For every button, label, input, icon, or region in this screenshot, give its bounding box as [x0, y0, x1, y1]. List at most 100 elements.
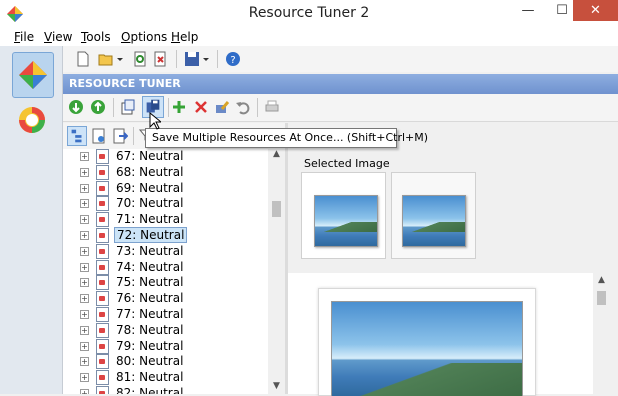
close-file-icon[interactable]	[152, 51, 168, 67]
resource-file-icon	[96, 322, 109, 338]
resource-file-icon	[96, 307, 109, 322]
tree-item-label: 74: Neutral	[116, 259, 184, 274]
resource-tuner-button[interactable]	[12, 52, 54, 98]
svg-text:?: ?	[230, 55, 235, 66]
menu-bar: File View Tools Options Help	[0, 28, 618, 46]
resource-tuner-banner: RESOURCE TUNER	[63, 74, 618, 94]
lifebuoy-icon	[19, 107, 45, 133]
export-icon[interactable]	[112, 128, 128, 144]
add-icon[interactable]	[171, 99, 187, 115]
resource-file-icon	[96, 180, 109, 196]
expand-icon[interactable]: +	[80, 373, 89, 383]
resource-file-icon	[96, 275, 109, 291]
resource-toolbar	[63, 94, 618, 122]
menu-options[interactable]: Options	[121, 30, 167, 44]
toolbar-separator	[217, 50, 218, 68]
delete-icon[interactable]	[193, 99, 209, 115]
scroll-up-arrow-icon[interactable]: ▲	[593, 275, 610, 285]
resource-file-icon	[96, 228, 109, 243]
toolbar-separator	[168, 98, 169, 117]
resource-file-icon	[96, 149, 109, 164]
image-thumbnail-1[interactable]	[301, 172, 386, 259]
scroll-down-arrow-icon[interactable]: ▼	[268, 381, 285, 391]
dropdown-icon[interactable]	[202, 51, 210, 67]
scroll-thumb[interactable]	[597, 291, 606, 305]
expand-icon[interactable]: +	[80, 294, 89, 304]
resource-file-icon	[96, 164, 109, 180]
expand-icon[interactable]: +	[80, 262, 89, 272]
expand-icon[interactable]: +	[80, 215, 89, 225]
toolbar-separator	[176, 50, 177, 68]
resource-file-icon	[96, 196, 109, 212]
tree-item-label: 80: Neutral	[116, 354, 184, 369]
resource-file-icon	[96, 370, 109, 386]
new-icon[interactable]	[75, 51, 91, 67]
expand-icon[interactable]: +	[80, 278, 89, 288]
dropdown-icon[interactable]	[116, 51, 124, 67]
resource-file-icon	[96, 243, 109, 259]
tree-item-label: 78: Neutral	[116, 322, 184, 337]
save-resource-icon[interactable]	[120, 99, 136, 115]
menu-help[interactable]: Help	[171, 30, 198, 44]
expand-icon[interactable]: +	[80, 246, 89, 256]
toolbar-separator	[113, 98, 114, 117]
resource-file-icon	[96, 212, 109, 228]
scroll-thumb[interactable]	[272, 201, 281, 217]
close-button[interactable]: ✕	[573, 0, 618, 21]
expand-icon[interactable]: +	[80, 325, 89, 335]
properties-icon[interactable]	[91, 128, 107, 144]
go-forward-icon[interactable]	[90, 99, 106, 115]
save-icon[interactable]	[184, 51, 200, 67]
menu-view[interactable]: View	[44, 30, 72, 44]
tree-scrollbar[interactable]: ▲ ▼	[268, 149, 285, 394]
resource-tools-button[interactable]	[12, 98, 52, 142]
tree-item-label: 68: Neutral	[116, 164, 184, 179]
selected-image-label: Selected Image	[304, 157, 390, 170]
resource-file-icon	[96, 386, 109, 394]
print-icon[interactable]	[264, 99, 280, 115]
menu-tools[interactable]: Tools	[81, 30, 111, 44]
expand-icon[interactable]: +	[80, 167, 89, 177]
mouse-cursor-icon	[149, 112, 161, 130]
resource-tuner-icon	[19, 61, 47, 89]
tree-view-icon[interactable]	[67, 126, 87, 146]
resource-file-icon	[96, 291, 109, 307]
expand-icon[interactable]: +	[80, 389, 89, 394]
expand-icon[interactable]: +	[80, 199, 89, 209]
left-sidebar	[0, 46, 63, 394]
edit-icon[interactable]	[214, 99, 230, 115]
resource-tree[interactable]: +67: Neutral +68: Neutral +69: Neutral +70:…	[63, 149, 268, 394]
tree-item-label: 79: Neutral	[116, 338, 184, 353]
resource-file-icon	[96, 338, 109, 354]
expand-icon[interactable]: +	[80, 231, 89, 240]
toolbar-separator	[133, 127, 134, 145]
scroll-up-arrow-icon[interactable]: ▲	[268, 149, 285, 159]
resource-file-icon	[96, 354, 109, 370]
image-thumbnail-2[interactable]	[391, 172, 476, 259]
tree-item-label: 69: Neutral	[116, 180, 184, 195]
expand-icon[interactable]: +	[80, 183, 89, 193]
open-icon[interactable]	[98, 51, 114, 67]
banner-title: RESOURCE TUNER	[69, 77, 181, 90]
expand-icon[interactable]: +	[80, 341, 89, 351]
expand-icon[interactable]: +	[80, 152, 89, 161]
minimize-button[interactable]: —	[511, 0, 545, 22]
tree-item-label: 81: Neutral	[116, 370, 184, 385]
title-bar: Resource Tuner 2 — ☐ ✕	[0, 0, 618, 28]
tree-item-label: 76: Neutral	[116, 291, 184, 306]
expand-icon[interactable]: +	[80, 357, 89, 367]
menu-file[interactable]: File	[14, 30, 34, 44]
tree-item-label: 67: Neutral	[116, 149, 184, 163]
go-back-icon[interactable]	[68, 99, 84, 115]
landscape-thumbnail-image	[402, 195, 466, 247]
tree-item-label: 72: Neutral	[114, 227, 188, 243]
tooltip: Save Multiple Resources At Once... (Shif…	[145, 128, 428, 148]
undo-icon[interactable]	[235, 99, 251, 115]
toolbar-separator	[257, 98, 258, 117]
main-toolbar: ?	[63, 46, 618, 72]
expand-icon[interactable]: +	[80, 310, 89, 319]
refresh-icon[interactable]	[132, 51, 148, 67]
preview-scrollbar[interactable]: ▲	[593, 273, 618, 394]
resource-file-icon	[96, 259, 109, 275]
help-icon[interactable]: ?	[225, 51, 241, 67]
